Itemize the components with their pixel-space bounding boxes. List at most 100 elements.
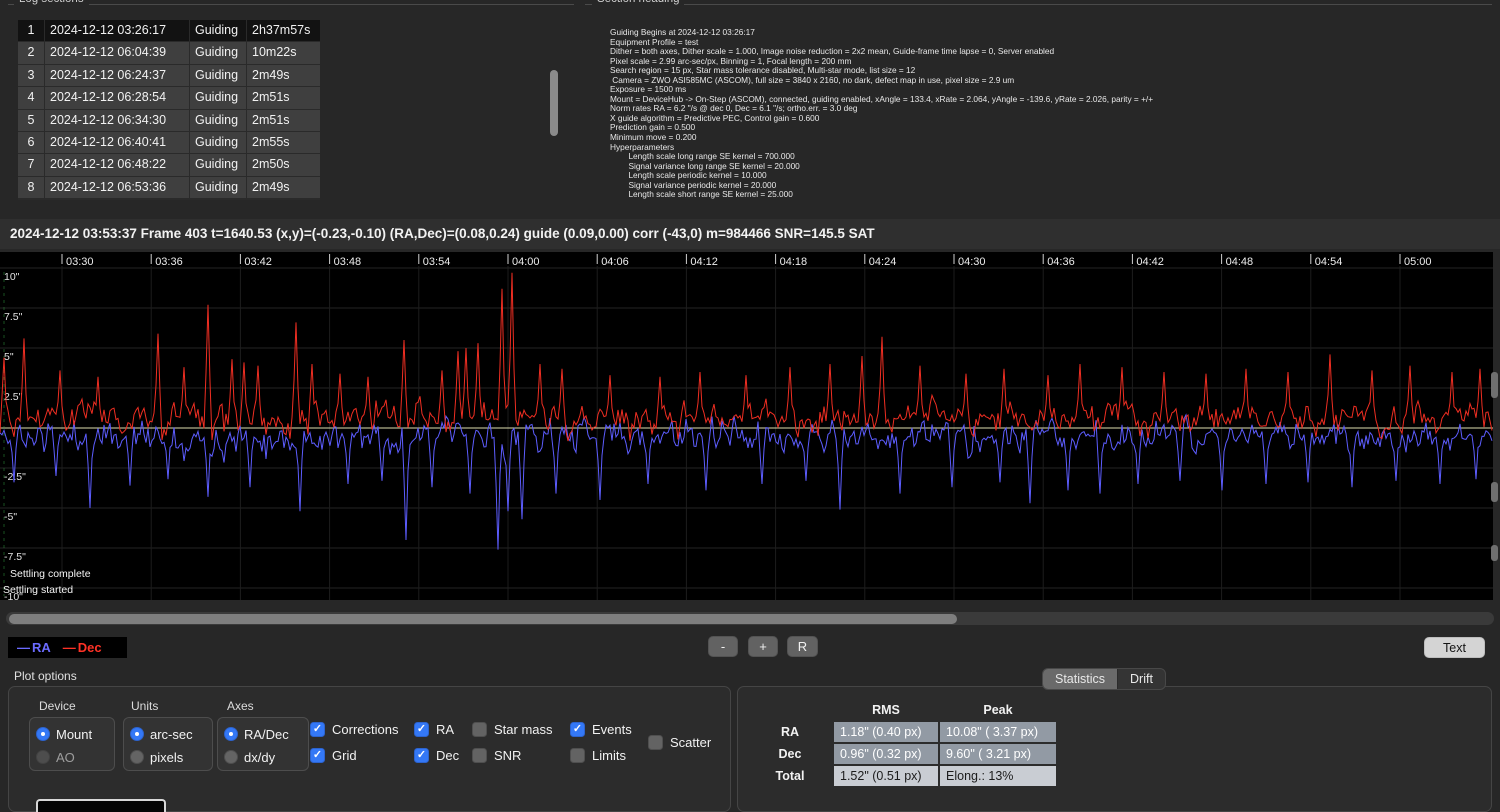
log-section-cell: 10m22s xyxy=(247,42,320,63)
checkbox-star-mass[interactable]: Star mass xyxy=(472,721,553,737)
dec-color-swatch: — xyxy=(63,640,76,655)
reset-zoom-button[interactable]: R xyxy=(787,636,818,657)
time-tick-label: 04:12 xyxy=(690,256,718,268)
time-tick-label: 04:00 xyxy=(512,256,540,268)
chart-hscrollbar-thumb[interactable] xyxy=(9,614,957,624)
radio-radec[interactable]: RA/Dec xyxy=(224,726,289,742)
log-section-cell: Guiding xyxy=(190,20,246,41)
checkbox-events[interactable]: Events xyxy=(570,721,632,737)
y-tick-label: 5" xyxy=(4,351,14,363)
stats-row-label: RA xyxy=(748,722,832,742)
zoom-in-button[interactable]: + xyxy=(748,636,778,657)
time-tick-label: 03:48 xyxy=(334,256,362,268)
checkbox-snr[interactable]: SNR xyxy=(472,747,521,763)
checkbox-label: Events xyxy=(592,722,632,737)
y-tick-label: -7.5" xyxy=(4,551,26,563)
radio-circle xyxy=(130,727,144,741)
log-section-cell: Guiding xyxy=(190,65,246,86)
checkbox-label: Dec xyxy=(436,748,459,763)
log-section-cell: 2m55s xyxy=(247,132,320,153)
guide-chart[interactable]: 03:3003:3603:4203:4803:5404:0004:0604:12… xyxy=(0,252,1493,600)
log-section-cell: 2m51s xyxy=(247,110,320,131)
stats-row-label: Total xyxy=(748,766,832,786)
stats-value-cell: 1.18" (0.40 px) xyxy=(834,722,938,742)
plot-options-panel: Device Mount AO Units arc-sec pixels Axe… xyxy=(8,686,731,812)
log-sections-box-border xyxy=(8,4,574,5)
checkbox-dec[interactable]: Dec xyxy=(414,747,459,763)
zoom-out-button[interactable]: - xyxy=(708,636,738,657)
radio-label: Mount xyxy=(56,727,92,742)
log-section-cell: Guiding xyxy=(190,87,246,108)
event-annotation: Settling complete xyxy=(10,568,91,580)
log-sections-title: Log sections xyxy=(14,0,89,7)
checkbox-grid[interactable]: Grid xyxy=(310,747,357,763)
guide-chart-svg[interactable]: 03:3003:3603:4203:4803:5404:0004:0604:12… xyxy=(0,252,1493,600)
log-section-cell: 7 xyxy=(18,154,44,175)
log-section-cell: 2024-12-12 03:26:17 xyxy=(45,20,189,41)
log-section-cell: 2 xyxy=(18,42,44,63)
ra-color-swatch: — xyxy=(17,640,30,655)
checkbox-ra[interactable]: RA xyxy=(414,721,454,737)
ra-trace xyxy=(0,415,1492,550)
chart-vscrollbar-segment[interactable] xyxy=(1491,372,1498,398)
legend-dec-label: Dec xyxy=(78,640,102,655)
section-heading-text: Guiding Begins at 2024-12-12 03:26:17 Eq… xyxy=(610,28,1153,200)
tab-statistics[interactable]: Statistics xyxy=(1043,669,1117,689)
radio-mount[interactable]: Mount xyxy=(36,726,92,742)
tab-drift[interactable]: Drift xyxy=(1117,669,1165,689)
frame-status-text: 2024-12-12 03:53:37 Frame 403 t=1640.53 … xyxy=(10,226,875,241)
checkbox-box xyxy=(570,722,585,737)
dec-trace xyxy=(0,273,1492,441)
log-section-cell: 2024-12-12 06:34:30 xyxy=(45,110,189,131)
radio-ao[interactable]: AO xyxy=(36,749,75,765)
radio-label: pixels xyxy=(150,750,183,765)
stats-col-header: RMS xyxy=(834,700,938,720)
log-sections-scrollbar[interactable] xyxy=(550,70,558,136)
axes-group-label: Axes xyxy=(227,699,254,713)
time-tick-label: 03:36 xyxy=(155,256,183,268)
log-section-cell: 8 xyxy=(18,177,44,198)
checkbox-limits[interactable]: Limits xyxy=(570,747,626,763)
section-heading-panel: Guiding Begins at 2024-12-12 03:26:17 Eq… xyxy=(585,8,1492,203)
log-section-cell: Guiding xyxy=(190,132,246,153)
stats-value-cell: Elong.: 13% xyxy=(940,766,1056,786)
log-sections-table[interactable]: 12024-12-12 03:26:17Guiding2h37m57s22024… xyxy=(18,20,320,200)
log-section-cell: 2m49s xyxy=(247,177,320,198)
time-tick-label: 03:54 xyxy=(423,256,451,268)
chart-vscrollbar-segment[interactable] xyxy=(1491,545,1498,561)
y-tick-label: -5" xyxy=(4,511,17,523)
log-section-cell: 3 xyxy=(18,65,44,86)
time-tick-label: 04:24 xyxy=(869,256,897,268)
radio-arcsec[interactable]: arc-sec xyxy=(130,726,193,742)
y-tick-label: 2.5" xyxy=(4,391,23,403)
time-tick-label: 04:30 xyxy=(958,256,986,268)
time-tick-label: 04:06 xyxy=(601,256,629,268)
y-tick-label: 7.5" xyxy=(4,311,23,323)
legend-ra: —RA xyxy=(17,640,51,655)
section-heading-box-border xyxy=(585,4,1492,5)
log-section-cell: Guiding xyxy=(190,177,246,198)
log-section-cell: 5 xyxy=(18,110,44,131)
stats-col-header: Peak xyxy=(940,700,1056,720)
legend-dec: —Dec xyxy=(63,640,102,655)
radio-pixels[interactable]: pixels xyxy=(130,749,183,765)
section-heading-title: Section heading xyxy=(592,0,684,7)
chart-vscrollbar-segment[interactable] xyxy=(1491,482,1498,502)
time-tick-label: 03:30 xyxy=(66,256,94,268)
log-section-cell: 2m50s xyxy=(247,154,320,175)
checkbox-corrections[interactable]: Corrections xyxy=(310,721,398,737)
checkbox-scatter[interactable]: Scatter xyxy=(648,734,711,750)
time-tick-label: 04:54 xyxy=(1315,256,1343,268)
radio-dxdy[interactable]: dx/dy xyxy=(224,749,275,765)
text-view-button[interactable]: Text xyxy=(1424,637,1485,658)
time-tick-label: 04:48 xyxy=(1226,256,1254,268)
radio-label: RA/Dec xyxy=(244,727,289,742)
log-section-cell: 2024-12-12 06:24:37 xyxy=(45,65,189,86)
chart-hscrollbar-track[interactable] xyxy=(6,612,1494,625)
units-group-label: Units xyxy=(131,699,158,713)
checkbox-label: Star mass xyxy=(494,722,553,737)
checkbox-label: RA xyxy=(436,722,454,737)
checkbox-box xyxy=(414,722,429,737)
radio-circle xyxy=(224,750,238,764)
checkbox-label: Scatter xyxy=(670,735,711,750)
